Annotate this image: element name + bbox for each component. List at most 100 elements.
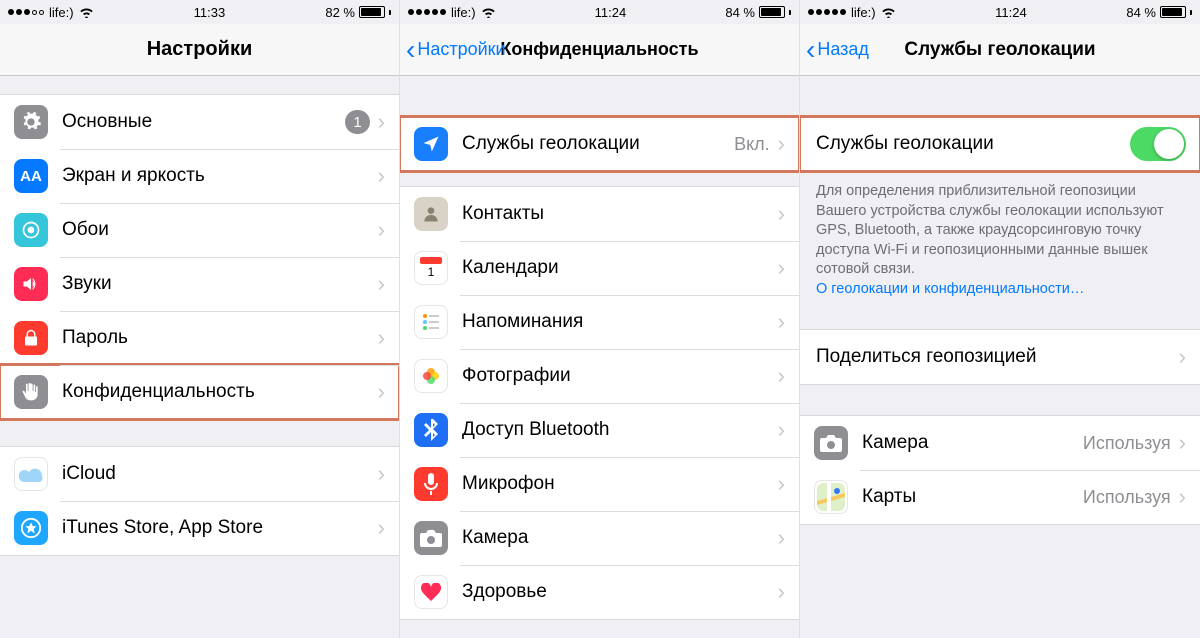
chevron-right-icon: › <box>378 109 385 135</box>
back-label: Назад <box>817 39 869 60</box>
text-size-icon: AA <box>14 159 48 193</box>
row-privacy[interactable]: Конфиденциальность › <box>0 365 399 419</box>
row-label: Пароль <box>62 327 378 349</box>
camera-icon <box>814 426 848 460</box>
chevron-right-icon: › <box>778 131 785 157</box>
chevron-right-icon: › <box>778 309 785 335</box>
chevron-right-icon: › <box>1179 484 1186 510</box>
row-itunes[interactable]: iTunes Store, App Store › <box>0 501 399 555</box>
battery-indicator: 84 % <box>725 5 791 20</box>
privacy-link[interactable]: О геолокации и конфиденциальности… <box>816 281 1084 297</box>
row-label: Доступ Bluetooth <box>462 419 778 441</box>
back-button[interactable]: ‹ Назад <box>800 36 869 64</box>
row-general[interactable]: Основные 1 › <box>0 95 399 149</box>
chevron-right-icon: › <box>378 515 385 541</box>
row-label: Карты <box>862 486 1083 508</box>
battery-indicator: 84 % <box>1126 5 1192 20</box>
row-label: Конфиденциальность <box>62 381 378 403</box>
row-label: Контакты <box>462 203 778 225</box>
chevron-right-icon: › <box>378 163 385 189</box>
lock-icon <box>14 321 48 355</box>
row-label: Обои <box>62 219 378 241</box>
chevron-left-icon: ‹ <box>806 36 815 64</box>
signal-dots-icon <box>8 9 44 15</box>
bluetooth-icon <box>414 413 448 447</box>
carrier-label: life:) <box>851 5 876 20</box>
carrier-label: life:) <box>451 5 476 20</box>
row-passcode[interactable]: Пароль › <box>0 311 399 365</box>
chevron-right-icon: › <box>778 363 785 389</box>
nav-bar: Настройки <box>0 24 399 76</box>
row-app-maps[interactable]: Карты Используя › <box>800 470 1200 524</box>
row-icloud[interactable]: iCloud › <box>0 447 399 501</box>
chevron-right-icon: › <box>1179 344 1186 370</box>
reminders-icon <box>414 305 448 339</box>
wifi-icon <box>79 7 94 18</box>
heart-icon <box>414 575 448 609</box>
row-location-toggle[interactable]: Службы геолокации <box>800 117 1200 171</box>
chevron-right-icon: › <box>378 271 385 297</box>
privacy-list: Службы геолокации Вкл. › Контакты › 1 Ка… <box>400 76 799 638</box>
status-bar: life:) 11:24 84 % <box>800 0 1200 24</box>
row-bluetooth[interactable]: Доступ Bluetooth › <box>400 403 799 457</box>
row-wallpaper[interactable]: Обои › <box>0 203 399 257</box>
row-app-camera[interactable]: Камера Используя › <box>800 416 1200 470</box>
row-health[interactable]: Здоровье › <box>400 565 799 619</box>
wifi-icon <box>881 7 896 18</box>
maps-icon <box>814 480 848 514</box>
row-display[interactable]: AA Экран и яркость › <box>0 149 399 203</box>
nav-bar: ‹ Настройки Конфиденциальность <box>400 24 799 76</box>
chevron-right-icon: › <box>378 461 385 487</box>
chevron-right-icon: › <box>778 579 785 605</box>
carrier-label: life:) <box>49 5 74 20</box>
status-bar: life:) 11:33 82 % <box>0 0 399 24</box>
speaker-icon <box>14 267 48 301</box>
location-list: Службы геолокации Для определения прибли… <box>800 76 1200 638</box>
row-sounds[interactable]: Звуки › <box>0 257 399 311</box>
location-description: Для определения приблизительной геопозиц… <box>800 172 1200 299</box>
row-label: Основные <box>62 111 345 133</box>
row-label: Здоровье <box>462 581 778 603</box>
back-button[interactable]: ‹ Настройки <box>400 36 506 64</box>
chevron-right-icon: › <box>1179 430 1186 456</box>
cloud-icon <box>14 457 48 491</box>
row-label: Фотографии <box>462 365 778 387</box>
row-microphone[interactable]: Микрофон › <box>400 457 799 511</box>
chevron-right-icon: › <box>378 217 385 243</box>
row-label: Поделиться геопозицией <box>816 346 1179 368</box>
chevron-right-icon: › <box>778 417 785 443</box>
nav-title: Настройки <box>0 38 399 61</box>
row-label: iCloud <box>62 463 378 485</box>
toggle-switch[interactable] <box>1130 127 1186 161</box>
screen-location-services: life:) 11:24 84 % ‹ Назад Службы геолока… <box>800 0 1200 638</box>
hand-icon <box>14 375 48 409</box>
appstore-icon <box>14 511 48 545</box>
contacts-icon <box>414 197 448 231</box>
wallpaper-icon <box>14 213 48 247</box>
wifi-icon <box>481 7 496 18</box>
photos-icon <box>414 359 448 393</box>
signal-dots-icon <box>408 9 446 15</box>
row-label: Календари <box>462 257 778 279</box>
svg-text:1: 1 <box>428 265 435 279</box>
row-share-location[interactable]: Поделиться геопозицией › <box>800 330 1200 384</box>
row-reminders[interactable]: Напоминания › <box>400 295 799 349</box>
clock: 11:24 <box>595 5 627 20</box>
row-calendars[interactable]: 1 Календари › <box>400 241 799 295</box>
row-label: iTunes Store, App Store <box>62 517 378 539</box>
chevron-right-icon: › <box>778 201 785 227</box>
row-photos[interactable]: Фотографии › <box>400 349 799 403</box>
calendar-icon: 1 <box>414 251 448 285</box>
toggle-label: Службы геолокации <box>816 133 1130 155</box>
row-location-services[interactable]: Службы геолокации Вкл. › <box>400 117 799 171</box>
chevron-left-icon: ‹ <box>406 36 415 64</box>
row-contacts[interactable]: Контакты › <box>400 187 799 241</box>
clock: 11:24 <box>995 5 1027 20</box>
screen-settings: life:) 11:33 82 % Настройки Основные 1 <box>0 0 400 638</box>
row-label: Звуки <box>62 273 378 295</box>
row-label: Микрофон <box>462 473 778 495</box>
row-camera[interactable]: Камера › <box>400 511 799 565</box>
badge-count: 1 <box>345 110 369 134</box>
gear-icon <box>14 105 48 139</box>
chevron-right-icon: › <box>378 325 385 351</box>
